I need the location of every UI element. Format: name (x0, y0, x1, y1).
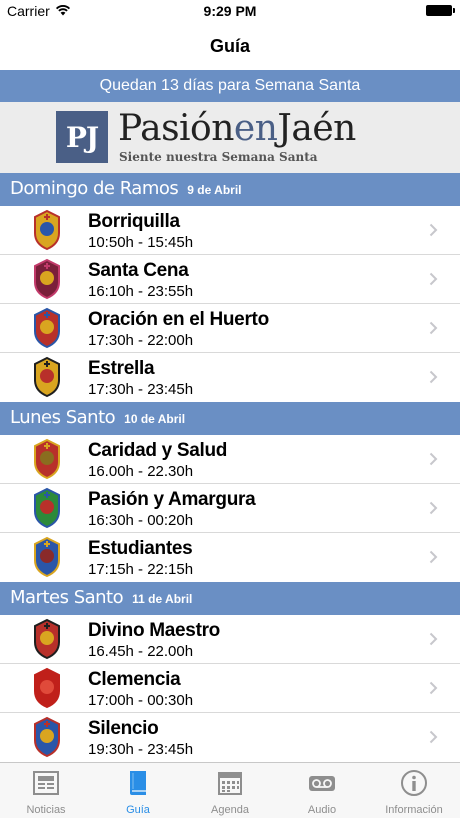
section-rows: Divino Maestro 16.45h - 22.00h Clemencia 17… (0, 615, 460, 762)
book-icon (130, 771, 146, 795)
section-header: Lunes Santo 10 de Abril (0, 402, 460, 435)
brotherhood-emblem-icon (34, 716, 60, 758)
tab-guia[interactable]: Guía (92, 763, 184, 818)
section-date: 9 de Abril (187, 183, 242, 197)
procession-row[interactable]: Divino Maestro 16.45h - 22.00h (0, 615, 460, 664)
chevron-right-icon (429, 272, 438, 286)
brotherhood-emblem-icon (34, 667, 60, 709)
brotherhood-emblem-icon (34, 307, 60, 349)
logo-title: PasiónenJaén (118, 108, 356, 149)
battery-icon (426, 5, 455, 16)
brotherhood-emblem-icon (34, 487, 60, 529)
procession-row[interactable]: Estrella 17:30h - 23:45h (0, 353, 460, 402)
tab-label: Audio (307, 804, 337, 816)
tab-label: Noticias (26, 804, 66, 816)
section-day: Lunes Santo (10, 407, 116, 428)
section-rows: Borriquilla 10:50h - 15:45h Santa Cena 16:1… (0, 206, 460, 402)
procession-time: 10:50h - 15:45h (88, 234, 194, 251)
procession-row[interactable]: Estudiantes 17:15h - 22:15h (0, 533, 460, 582)
logo-title-part1: Pasión (118, 108, 234, 149)
voicemail-icon (309, 776, 335, 791)
calendar-icon (218, 772, 242, 795)
section-header: Martes Santo 11 de Abril (0, 582, 460, 615)
procession-time: 17:00h - 00:30h (88, 692, 194, 709)
countdown-banner: Quedan 13 días para Semana Santa (0, 70, 460, 102)
procession-row[interactable]: Clemencia 17:00h - 00:30h (0, 664, 460, 713)
procession-time: 16.45h - 22.00h (88, 643, 194, 660)
procession-time: 16:30h - 00:20h (88, 512, 194, 529)
chevron-right-icon (429, 730, 438, 744)
logo-title-part3: Jaén (277, 108, 356, 149)
logo-subtitle: Siente nuestra Semana Santa (119, 150, 318, 164)
procession-time: 16:10h - 23:55h (88, 283, 194, 300)
section-rows: Caridad y Salud 16.00h - 22.30h Pasión y A… (0, 435, 460, 582)
tab-label: Agenda (211, 804, 249, 816)
brotherhood-emblem-icon (34, 209, 60, 251)
procession-name: Divino Maestro (88, 620, 220, 641)
tab-bar: Noticias Guía Agenda Audio Información (0, 762, 460, 818)
tab-informacion[interactable]: Información (368, 763, 460, 818)
section-day: Martes Santo (10, 587, 124, 608)
brotherhood-emblem-icon (34, 258, 60, 300)
newspaper-icon (33, 771, 59, 795)
chevron-right-icon (429, 452, 438, 466)
brand-banner: PJ PasiónenJaén Siente nuestra Semana Sa… (0, 102, 460, 173)
tab-noticias[interactable]: Noticias (0, 763, 92, 818)
procession-name: Estrella (88, 358, 155, 379)
procession-name: Silencio (88, 718, 159, 739)
procession-row[interactable]: Caridad y Salud 16.00h - 22.30h (0, 435, 460, 484)
procession-time: 17:30h - 22:00h (88, 332, 194, 349)
tab-audio[interactable]: Audio (276, 763, 368, 818)
procession-name: Clemencia (88, 669, 181, 690)
procession-name: Oración en el Huerto (88, 309, 269, 330)
procession-name: Borriquilla (88, 211, 180, 232)
section-header: Domingo de Ramos 9 de Abril (0, 173, 460, 206)
chevron-right-icon (429, 550, 438, 564)
chevron-right-icon (429, 370, 438, 384)
section-date: 10 de Abril (124, 412, 186, 426)
procession-row[interactable]: Pasión y Amargura 16:30h - 00:20h (0, 484, 460, 533)
brotherhood-emblem-icon (34, 618, 60, 660)
procession-name: Pasión y Amargura (88, 489, 256, 510)
page-title: Guía (209, 36, 250, 56)
chevron-right-icon (429, 632, 438, 646)
brotherhood-emblem-icon (34, 438, 60, 480)
tab-label: Guía (126, 804, 150, 816)
procession-name: Caridad y Salud (88, 440, 228, 461)
logo-title-part2: en (233, 108, 278, 149)
procession-list: Domingo de Ramos 9 de Abril Borriquilla 10:… (0, 173, 460, 762)
procession-time: 16.00h - 22.30h (88, 463, 194, 480)
logo-mark: PJ (56, 111, 108, 163)
clock: 9:29 PM (203, 3, 257, 19)
procession-time: 17:30h - 23:45h (88, 381, 194, 398)
procession-time: 19:30h - 23:45h (88, 741, 194, 758)
procession-row[interactable]: Oración en el Huerto 17:30h - 22:00h (0, 304, 460, 353)
procession-time: 17:15h - 22:15h (88, 561, 194, 578)
status-bar: Carrier 9:29 PM (0, 0, 460, 24)
tab-label: Información (385, 804, 443, 816)
info-icon (401, 770, 427, 796)
procession-name: Santa Cena (88, 260, 189, 281)
chevron-right-icon (429, 501, 438, 515)
chevron-right-icon (429, 681, 438, 695)
procession-row[interactable]: Silencio 19:30h - 23:45h (0, 713, 460, 762)
brotherhood-emblem-icon (34, 356, 60, 398)
tab-agenda[interactable]: Agenda (184, 763, 276, 818)
section-day: Domingo de Ramos (10, 178, 179, 199)
procession-row[interactable]: Santa Cena 16:10h - 23:55h (0, 255, 460, 304)
brotherhood-emblem-icon (34, 536, 60, 578)
chevron-right-icon (429, 321, 438, 335)
procession-row[interactable]: Borriquilla 10:50h - 15:45h (0, 206, 460, 255)
chevron-right-icon (429, 223, 438, 237)
procession-name: Estudiantes (88, 538, 193, 559)
section-date: 11 de Abril (132, 592, 193, 606)
navigation-bar: Guía (0, 24, 460, 70)
